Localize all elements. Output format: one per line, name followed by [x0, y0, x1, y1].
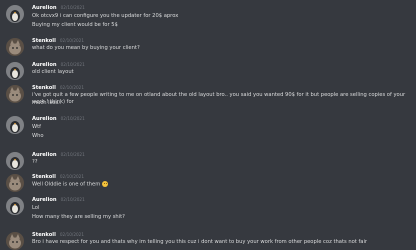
message-header: Stenkoll 02/10/2021: [32, 231, 84, 239]
chat-message-list: Aurelion 02/10/2021 Ok otcvx9 i can confi…: [0, 0, 416, 250]
smile-emoji-icon: [102, 181, 109, 187]
cat-avatar-icon[interactable]: [6, 38, 24, 56]
penguin-avatar-icon[interactable]: [6, 5, 24, 23]
penguin-avatar-icon[interactable]: [6, 197, 24, 215]
message-text: Well Olddie is one of them: [32, 181, 408, 189]
message-text: much less..: [32, 100, 62, 106]
message-text: Buying my client would be for 5$: [32, 22, 118, 28]
message-text: Lol: [32, 205, 40, 211]
message-text: Wtf: [32, 124, 41, 130]
cat-avatar-icon[interactable]: [6, 174, 24, 192]
message-header: Aurelion 02/10/2021: [32, 4, 85, 12]
message-text-content: Well Olddie is one of them: [32, 181, 101, 188]
penguin-avatar-icon[interactable]: [6, 116, 24, 134]
username[interactable]: Aurelion: [32, 116, 57, 122]
message-header: Stenkoll 02/10/2021: [32, 173, 84, 181]
message-text: Ok otcvx9 i can configure you the update…: [32, 13, 179, 19]
cat-avatar-icon[interactable]: [6, 85, 24, 103]
message-header: Aurelion 02/10/2021: [32, 196, 85, 204]
penguin-avatar-icon[interactable]: [6, 152, 24, 170]
username[interactable]: Stenkoll: [32, 232, 56, 238]
username[interactable]: Aurelion: [32, 152, 57, 158]
username[interactable]: Stenkoll: [32, 85, 56, 91]
message-header: Aurelion 02/10/2021: [32, 151, 85, 159]
message-text: Who: [32, 133, 44, 139]
message-text: old client layout: [32, 69, 74, 75]
timestamp: 02/10/2021: [59, 38, 84, 43]
message-header: Aurelion 02/10/2021: [32, 115, 85, 123]
timestamp: 02/10/2021: [59, 85, 84, 90]
username[interactable]: Stenkoll: [32, 38, 56, 44]
message-header: Aurelion 02/10/2021: [32, 61, 85, 69]
username[interactable]: Stenkoll: [32, 174, 56, 180]
timestamp: 02/10/2021: [60, 62, 85, 67]
timestamp: 02/10/2021: [60, 152, 85, 157]
timestamp: 02/10/2021: [59, 174, 84, 179]
username[interactable]: Aurelion: [32, 197, 57, 203]
timestamp: 02/10/2021: [60, 197, 85, 202]
message-text: ??: [32, 159, 38, 165]
cat-avatar-icon[interactable]: [6, 232, 24, 250]
message-header: Stenkoll 02/10/2021: [32, 84, 84, 92]
penguin-avatar-icon[interactable]: [6, 62, 24, 80]
username[interactable]: Aurelion: [32, 62, 57, 68]
timestamp: 02/10/2021: [59, 232, 84, 237]
username[interactable]: Aurelion: [32, 5, 57, 11]
message-header: Stenkoll 02/10/2021: [32, 37, 84, 45]
message-text: what do you mean by buying your client?: [32, 45, 140, 51]
message-text: Bro i have respect for you and thats why…: [32, 239, 368, 245]
timestamp: 02/10/2021: [60, 5, 85, 10]
message-text: How many they are selling my shit?: [32, 214, 125, 220]
timestamp: 02/10/2021: [60, 116, 85, 121]
